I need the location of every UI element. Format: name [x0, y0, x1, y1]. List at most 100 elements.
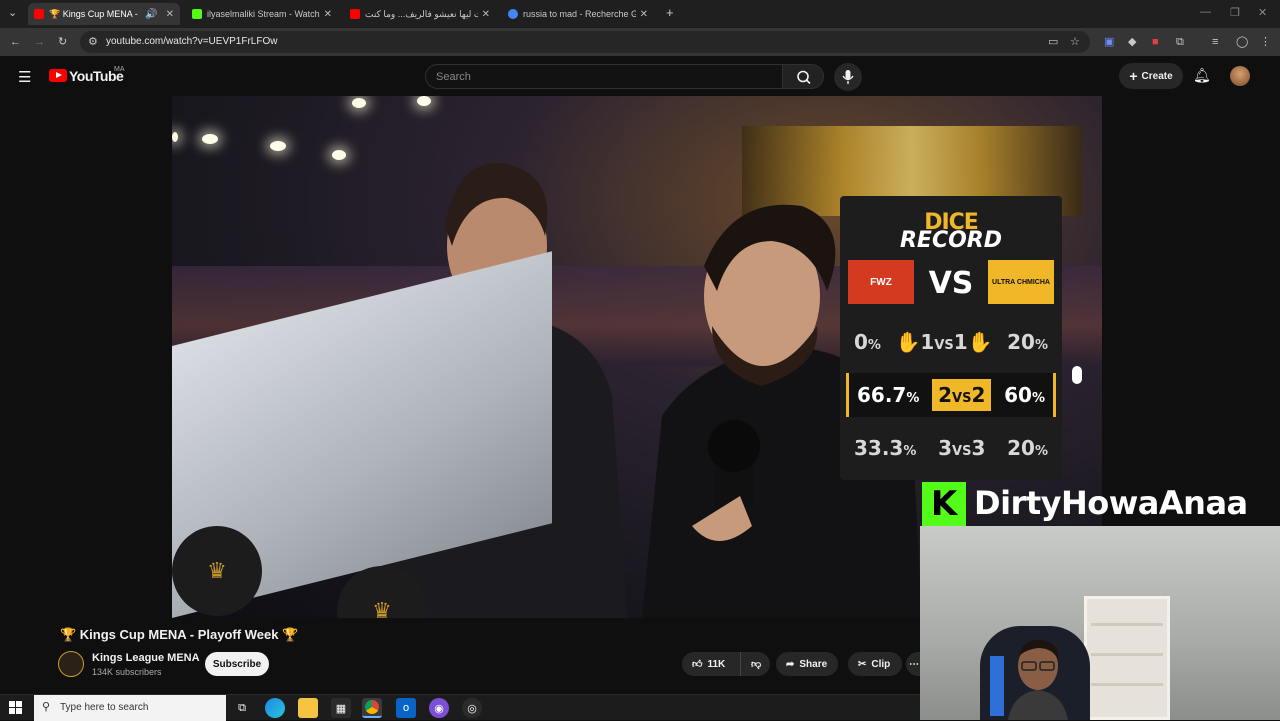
subscriber-count: 134K subscribers	[92, 667, 162, 677]
profile-icon[interactable]: ◯	[1236, 35, 1248, 49]
speaker-icon[interactable]: 🔊	[145, 9, 157, 20]
kings-league-logo-icon: ♛	[172, 526, 262, 616]
tab-kick-stream[interactable]: ilyaselmaliki Stream - Watch Li ✕	[186, 3, 338, 25]
share-button[interactable]: ➦ Share	[776, 652, 838, 676]
thumbs-up-icon: 👍︎	[692, 659, 703, 670]
kick-favicon-icon	[192, 9, 202, 19]
close-tab-icon[interactable]: ✕	[324, 9, 332, 20]
close-tab-icon[interactable]: ✕	[640, 9, 648, 20]
more-dots-icon: ⋯	[909, 658, 919, 670]
more-actions-button[interactable]: ⋯	[906, 652, 920, 676]
streamer-name: DirtyHowaAnaa	[974, 484, 1248, 522]
close-tab-icon[interactable]: ✕	[482, 9, 490, 20]
back-arrow-icon[interactable]: ←	[10, 35, 21, 49]
outlook-icon[interactable]: o	[396, 698, 416, 718]
edge-browser-icon[interactable]	[265, 698, 285, 718]
channel-avatar[interactable]	[58, 651, 84, 677]
translate-extension-icon[interactable]: ▣	[1104, 35, 1114, 49]
region-code: MA	[114, 66, 125, 73]
tab-arabic-video[interactable]: قلت ليها نعيشو فالريف... وما كنت ✕	[344, 3, 496, 25]
dice-record-overlay: DICE RECORD FWZ VS ULTRA CHMICHA 0% ✋1VS…	[840, 196, 1062, 480]
chrome-taskbar-icon[interactable]	[362, 698, 382, 718]
scissors-icon: ✂	[858, 658, 867, 670]
search-icon	[797, 70, 811, 85]
tab-title: قلت ليها نعيشو فالريف... وما كنت	[365, 8, 478, 19]
clip-button[interactable]: ✂ Clip	[848, 652, 902, 676]
create-label: Create	[1141, 70, 1173, 82]
browser-toolbar: ← → ↻ ⚙ youtube.com/watch?v=UEVP1FrLFOw …	[0, 28, 1280, 56]
youtube-header: ☰ YouTube MA Search + Create 🔔︎	[0, 56, 1280, 96]
dice-hand-icon: ✋	[895, 330, 921, 354]
search-input[interactable]: Search	[425, 64, 783, 89]
address-bar[interactable]: ⚙ youtube.com/watch?v=UEVP1FrLFOw ▭ ☆	[80, 31, 1090, 53]
google-favicon-icon	[508, 9, 518, 19]
windows-start-icon[interactable]	[6, 698, 26, 718]
restore-icon[interactable]: ❐	[1230, 6, 1240, 19]
search-icon: ⚲	[42, 701, 51, 713]
avatar[interactable]	[1230, 66, 1250, 86]
streamer-figure	[1008, 639, 1068, 720]
dice-row-2v2: 66.7% 2VS2 60%	[846, 373, 1056, 417]
plus-icon: +	[1129, 68, 1138, 84]
taskbar-search-input[interactable]: ⚲ Type here to search	[34, 695, 226, 721]
tab-kings-cup[interactable]: 🏆 Kings Cup MENA - Play 🔊 ✕	[28, 3, 180, 25]
thumbs-down-icon: 👎︎	[751, 659, 762, 670]
bookmark-star-icon[interactable]: ☆	[1070, 35, 1080, 49]
app-recorder-icon[interactable]: ◎	[462, 698, 482, 718]
close-window-icon[interactable]: ✕	[1258, 6, 1267, 19]
windows-taskbar: ⚲ Type here to search ⧉ ▦ o ◉ ◎	[0, 694, 920, 721]
record-title: RECORD	[899, 228, 1003, 253]
create-button[interactable]: + Create	[1119, 63, 1183, 89]
chrome-menu-icon[interactable]: ⋮	[1260, 35, 1271, 49]
app-purple-icon[interactable]: ◉	[429, 698, 449, 718]
channel-name[interactable]: Kings League MENA	[92, 652, 200, 664]
ultra-chmicha-team-logo: ULTRA CHMICHA	[988, 260, 1054, 304]
clip-label: Clip	[871, 658, 891, 670]
dislike-button[interactable]: 👎︎	[740, 652, 770, 676]
notifications-bell-icon[interactable]: 🔔︎	[1193, 67, 1211, 84]
adblock-extension-icon[interactable]: ■	[1152, 35, 1159, 49]
task-view-icon[interactable]: ⧉	[232, 698, 252, 718]
cast-icon[interactable]: ▭	[1048, 35, 1058, 49]
like-count: 11K	[707, 658, 726, 670]
forward-arrow-icon[interactable]: →	[34, 35, 45, 49]
minimize-icon[interactable]: —	[1200, 6, 1211, 18]
extensions-puzzle-icon[interactable]: ⧉	[1176, 35, 1184, 49]
hamburger-menu-icon[interactable]: ☰	[18, 68, 31, 86]
tab-title: ilyaselmaliki Stream - Watch Li	[207, 9, 320, 19]
site-info-icon[interactable]: ⚙	[88, 35, 98, 49]
stage-light	[1072, 366, 1082, 384]
tab-google-search[interactable]: russia to mad - Recherche Goo ✕	[502, 3, 654, 25]
video-title: 🏆 Kings Cup MENA - Playoff Week 🏆	[60, 627, 299, 642]
youtube-favicon-icon	[350, 9, 360, 19]
tab-search-icon[interactable]: ⌄	[8, 6, 17, 20]
dice-row-1v1: 0% ✋1VS1✋ 20%	[854, 330, 1048, 354]
microsoft-store-icon[interactable]: ▦	[331, 698, 351, 718]
reload-icon[interactable]: ↻	[58, 35, 67, 49]
reading-list-icon[interactable]: ≡	[1212, 35, 1218, 49]
close-tab-icon[interactable]: ✕	[166, 9, 174, 20]
new-tab-plus-icon[interactable]: +	[666, 6, 674, 20]
shelf	[1084, 596, 1170, 720]
url-text[interactable]: youtube.com/watch?v=UEVP1FrLFOw	[106, 36, 277, 47]
microphone-icon	[842, 70, 854, 84]
tab-title: russia to mad - Recherche Goo	[523, 9, 636, 19]
browser-tab-strip: ⌄ 🏆 Kings Cup MENA - Play 🔊 ✕ ilyaselmal…	[0, 0, 1280, 28]
streamer-banner: K DirtyHowaAnaa	[918, 480, 1280, 526]
file-explorer-icon[interactable]	[298, 698, 318, 718]
taskbar-search-placeholder: Type here to search	[60, 702, 149, 713]
like-button[interactable]: 👍︎ 11K	[682, 652, 740, 676]
extension-icon[interactable]: ◆	[1128, 35, 1136, 49]
share-label: Share	[799, 658, 828, 670]
youtube-favicon-icon	[34, 9, 44, 19]
streamer-webcam	[920, 526, 1280, 720]
youtube-logo-icon[interactable]	[49, 69, 67, 82]
subscribe-button[interactable]: Subscribe	[205, 652, 269, 676]
dice-row-3v3: 33.3% 3VS3 20%	[854, 436, 1048, 460]
dice-hand-icon: ✋	[967, 330, 993, 354]
voice-search-button[interactable]	[834, 63, 862, 91]
tab-title: 🏆 Kings Cup MENA - Play	[49, 8, 141, 19]
search-placeholder: Search	[436, 71, 471, 83]
search-button[interactable]	[782, 64, 824, 89]
share-arrow-icon: ➦	[786, 658, 795, 670]
